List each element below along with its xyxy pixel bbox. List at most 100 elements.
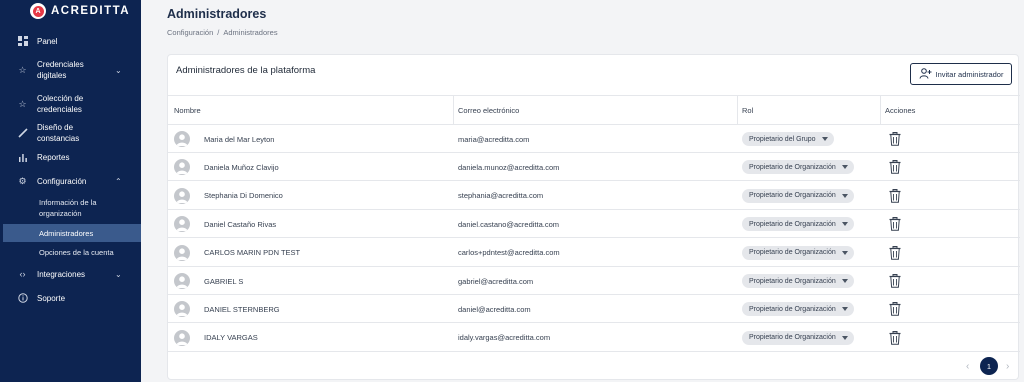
brand-mark-icon: A: [30, 3, 46, 19]
admin-name: Stephania Di Domenico: [204, 191, 283, 201]
table-row: Daniela Muñoz Clavijo daniela.munoz@acred…: [168, 153, 1020, 182]
table-row: Stephania Di Domenico stephania@acreditta…: [168, 182, 1020, 210]
breadcrumb-item-current: Administradores: [223, 28, 278, 37]
trash-icon[interactable]: [889, 274, 901, 288]
invite-admin-label: Invitar administrador: [935, 69, 1004, 79]
table-row: GABRIEL S gabriel@acreditta.com Propietari…: [168, 267, 1020, 295]
chevron-down-icon: ⌄: [115, 269, 122, 279]
sidebar: A ACREDITTA Panel ☆ Credenciales digital…: [0, 0, 141, 382]
sidebar-item-label: Panel: [37, 36, 58, 46]
pagination-prev[interactable]: ‹: [966, 357, 969, 375]
table-row: Maria del Mar Leyton maria@acreditta.com P…: [168, 125, 1020, 153]
table-row: CARLOS MARIN PDN TEST carlos+pdntest@acre…: [168, 239, 1020, 267]
caret-down-icon: [841, 250, 848, 255]
star-outline-icon: ☆: [18, 98, 27, 109]
dashboard-icon: [17, 36, 28, 47]
subitem-opciones-cuenta[interactable]: Opciones de la cuenta: [0, 247, 141, 258]
role-select-value: Propietario de Organización: [749, 249, 836, 257]
trash-icon[interactable]: [889, 188, 901, 203]
avatar-icon: [174, 329, 190, 346]
card-title: Administradores de la plataforma: [176, 65, 316, 76]
role-select[interactable]: Propietario de Organización: [742, 217, 854, 232]
subitem-administradores[interactable]: Administradores: [3, 224, 141, 242]
role-select[interactable]: Propietario de Organización: [742, 245, 854, 260]
page-number: 1: [980, 357, 998, 375]
admin-name: DANIEL STERNBERG: [204, 304, 280, 314]
role-select-value: Propietario del Grupo: [749, 135, 816, 143]
role-select[interactable]: Propietario del Grupo: [742, 132, 834, 146]
pagination-page-current[interactable]: 1: [980, 357, 998, 375]
avatar-icon: [174, 273, 190, 289]
subitem-informacion[interactable]: Información de la organización: [0, 197, 120, 219]
gear-icon: ⚙: [18, 175, 27, 186]
admin-email: idaly.vargas@acreditta.com: [458, 333, 551, 343]
role-select-value: Propietario de Organización: [749, 192, 836, 200]
chevron-up-icon: ⌃: [115, 176, 122, 186]
column-header-correo[interactable]: Correo electrónico: [453, 96, 519, 125]
avatar-icon: [174, 131, 190, 147]
bar-chart-icon: [17, 152, 28, 163]
table-row: IDALY VARGAS idaly.vargas@acreditta.com Pr…: [168, 324, 1020, 352]
role-select-value: Propietario de Organización: [749, 277, 836, 285]
caret-down-icon: [841, 279, 848, 283]
admin-email: carlos+pdntest@acreditta.com: [458, 248, 560, 258]
column-header-rol[interactable]: Rol: [737, 96, 753, 125]
sidebar-item-panel[interactable]: Panel: [0, 35, 141, 47]
invite-admin-button[interactable]: Invitar administrador: [910, 63, 1012, 85]
avatar-icon: [174, 244, 190, 261]
avatar-icon: [174, 216, 190, 233]
sidebar-item-reportes[interactable]: Reportes: [0, 151, 141, 163]
role-select[interactable]: Propietario de Organización: [742, 188, 854, 203]
sidebar-item-label: Colección de credenciales: [37, 94, 84, 114]
chevron-left-icon: ‹: [966, 360, 970, 372]
breadcrumb: Configuración / Administradores: [167, 28, 278, 37]
sidebar-item-soporte[interactable]: Soporte: [0, 292, 141, 304]
caret-down-icon: [821, 137, 828, 141]
trash-icon[interactable]: [889, 302, 901, 317]
role-select-value: Propietario de Organización: [749, 305, 836, 313]
role-select[interactable]: Propietario de Organización: [742, 274, 854, 288]
role-select-value: Propietario de Organización: [749, 220, 836, 228]
trash-icon[interactable]: [889, 132, 901, 146]
chevron-right-icon: ›: [1006, 360, 1010, 372]
sidebar-item-configuracion[interactable]: ⚙ Configuración ⌃: [0, 175, 141, 187]
trash-icon[interactable]: [889, 330, 901, 345]
caret-down-icon: [841, 193, 848, 198]
trash-icon[interactable]: [889, 245, 901, 260]
add-user-icon: [919, 67, 932, 81]
sidebar-item-diseno[interactable]: Diseño de constancias: [0, 123, 141, 143]
admin-name: IDALY VARGAS: [204, 333, 258, 343]
code-icon: ‹›: [19, 268, 26, 279]
sidebar-item-integraciones[interactable]: ‹› Integraciones ⌄: [0, 268, 141, 280]
column-header-nombre[interactable]: Nombre: [174, 96, 201, 125]
administrators-card: Administradores de la plataforma Invitar…: [167, 54, 1020, 380]
admin-email: gabriel@acreditta.com: [458, 276, 534, 286]
admin-name: GABRIEL S: [204, 276, 244, 286]
sidebar-item-credenciales[interactable]: ☆ Credenciales digitales ⌄: [0, 59, 141, 81]
sidebar-item-label: Diseño de constancias: [37, 123, 80, 143]
sidebar-item-label: Soporte: [37, 293, 66, 303]
info-icon: [17, 293, 28, 304]
admin-email: daniel@acreditta.com: [458, 304, 531, 314]
sidebar-item-label: Integraciones: [37, 269, 86, 279]
avatar-icon: [174, 159, 190, 176]
trash-icon[interactable]: [889, 217, 901, 231]
admin-name: Maria del Mar Leyton: [204, 134, 275, 144]
breadcrumb-item-configuracion[interactable]: Configuración: [167, 28, 213, 37]
avatar-icon: [174, 301, 190, 318]
table-header: Nombre Correo electrónico Rol Acciones: [168, 95, 1020, 125]
sidebar-item-coleccion[interactable]: ☆ Colección de credenciales: [0, 93, 141, 115]
role-select[interactable]: Propietario de Organización: [742, 330, 854, 345]
role-select[interactable]: Propietario de Organización: [742, 160, 854, 175]
admin-email: stephania@acreditta.com: [458, 191, 544, 201]
role-select[interactable]: Propietario de Organización: [742, 302, 854, 317]
caret-down-icon: [841, 222, 848, 227]
sidebar-item-label: Configuración: [37, 176, 87, 186]
pagination-next[interactable]: ›: [1006, 357, 1009, 375]
brand-logo[interactable]: A ACREDITTA: [0, 0, 141, 22]
brand-name: ACREDITTA: [51, 5, 131, 17]
admin-name: Daniel Castaño Rivas: [204, 219, 277, 229]
column-header-acciones: Acciones: [880, 96, 915, 125]
sidebar-item-label: Credenciales digitales: [37, 60, 84, 80]
trash-icon[interactable]: [889, 160, 901, 175]
